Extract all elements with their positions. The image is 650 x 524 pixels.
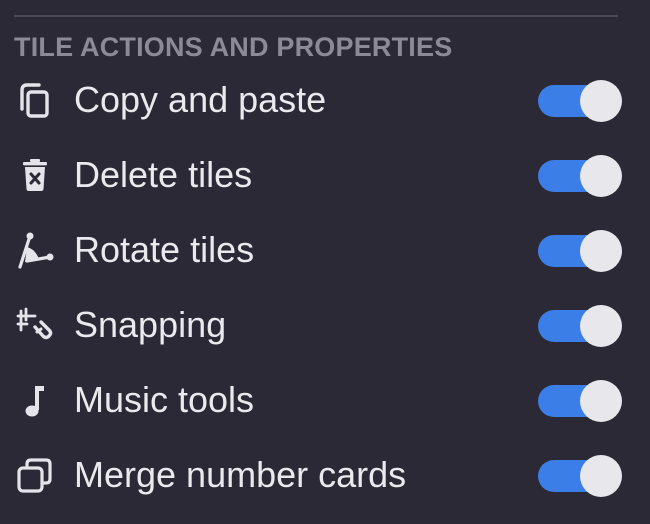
snap-magnet-icon (15, 306, 55, 346)
toggle-copy-paste[interactable] (538, 80, 622, 122)
settings-list: Copy and paste Delete tiles Rotate tiles… (0, 63, 650, 513)
toggle-knob (580, 80, 622, 122)
toggle-rotate-tiles[interactable] (538, 230, 622, 272)
music-note-icon (15, 381, 55, 421)
setting-row-rotate-tiles: Rotate tiles (0, 213, 650, 288)
setting-label-delete-tiles: Delete tiles (74, 154, 253, 195)
setting-label-merge-number-cards: Merge number cards (74, 454, 407, 495)
setting-label-copy-paste: Copy and paste (74, 79, 327, 120)
toggle-merge-number-cards[interactable] (538, 455, 622, 497)
setting-row-copy-paste: Copy and paste (0, 63, 650, 138)
section-divider (14, 15, 618, 17)
trash-icon (15, 156, 55, 196)
setting-row-music-tools: Music tools (0, 363, 650, 438)
toggle-delete-tiles[interactable] (538, 155, 622, 197)
toggle-music-tools[interactable] (538, 380, 622, 422)
setting-label-rotate-tiles: Rotate tiles (74, 229, 255, 270)
setting-row-snapping: Snapping (0, 288, 650, 363)
rotate-angle-icon (15, 231, 55, 271)
setting-label-snapping: Snapping (74, 304, 227, 345)
copy-icon (15, 81, 55, 121)
toggle-snapping[interactable] (538, 305, 622, 347)
toggle-knob (580, 455, 622, 497)
setting-row-delete-tiles: Delete tiles (0, 138, 650, 213)
toggle-knob (580, 230, 622, 272)
setting-label-music-tools: Music tools (74, 379, 255, 420)
toggle-knob (580, 305, 622, 347)
merge-cards-icon (15, 456, 55, 496)
section-title: TILE ACTIONS AND PROPERTIES (14, 32, 453, 62)
toggle-knob (580, 155, 622, 197)
toggle-knob (580, 380, 622, 422)
setting-row-merge-number-cards: Merge number cards (0, 438, 650, 513)
